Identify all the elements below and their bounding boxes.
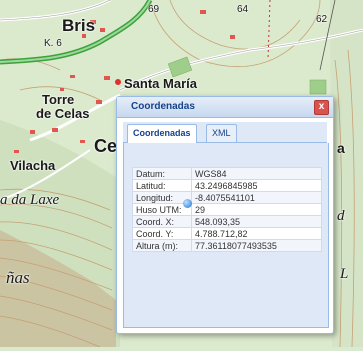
map-label-a-right: a (337, 140, 345, 156)
table-row: Altura (m): 77.36118077493535 (132, 239, 322, 252)
row-value: 4.788.712,82 (191, 227, 322, 240)
row-value: 29 (191, 203, 322, 216)
map-label-torre: Torre (42, 92, 75, 107)
table-row: Huso UTM: 29 (132, 203, 322, 216)
map-label-bris: Bris (62, 16, 96, 35)
table-row: Longitud: -8.4075541101 (132, 191, 322, 204)
location-marker-icon (183, 199, 192, 208)
dialog-titlebar[interactable]: Coordenadas x (117, 97, 333, 118)
coordinates-panel: Datum: WGS84 Latitud: 43.2496845985 Long… (123, 143, 329, 328)
row-value: 43.2496845985 (191, 179, 322, 192)
map-contour-64: 64 (237, 4, 249, 15)
map-contour-62: 62 (316, 14, 328, 25)
map-label-l-right: L (340, 266, 349, 282)
map-label-de-celas: de Celas (36, 106, 90, 121)
table-row: Coord. X: 548.093,35 (132, 215, 322, 228)
coordinates-table: Datum: WGS84 Latitud: 43.2496845985 Long… (132, 167, 322, 252)
row-value: 548.093,35 (191, 215, 322, 228)
tab-xml[interactable]: XML (206, 124, 237, 142)
close-icon[interactable]: x (314, 100, 329, 115)
row-key: Latitud: (132, 179, 192, 192)
map-label-vilacha: Vilacha (10, 158, 56, 173)
row-value: -8.4075541101 (191, 191, 322, 204)
row-value: 77.36118077493535 (191, 239, 322, 252)
dialog-tabstrip: Coordenadas XML (123, 122, 327, 143)
coordinates-dialog: Coordenadas x Coordenadas XML Datum: WGS… (116, 96, 334, 334)
map-label-k6: K. 6 (44, 38, 62, 49)
row-key: Coord. X: (132, 215, 192, 228)
map-label-d-right: d (337, 208, 345, 224)
row-key: Coord. Y: (132, 227, 192, 240)
dialog-title: Coordenadas (131, 101, 195, 112)
map-label-ce: Ce (94, 136, 118, 156)
map-label-santa-maria: Santa María (124, 76, 197, 91)
map-label-a-da-laxe: a da Laxe (0, 192, 60, 208)
table-row: Coord. Y: 4.788.712,82 (132, 227, 322, 240)
row-key: Datum: (132, 167, 192, 180)
map-label-nas: ñas (6, 268, 30, 287)
table-row: Datum: WGS84 (132, 167, 322, 180)
table-row: Latitud: 43.2496845985 (132, 179, 322, 192)
tab-coordenadas[interactable]: Coordenadas (127, 124, 197, 143)
map-contour-69: 69 (148, 4, 160, 15)
row-value: WGS84 (191, 167, 322, 180)
row-key: Altura (m): (132, 239, 192, 252)
